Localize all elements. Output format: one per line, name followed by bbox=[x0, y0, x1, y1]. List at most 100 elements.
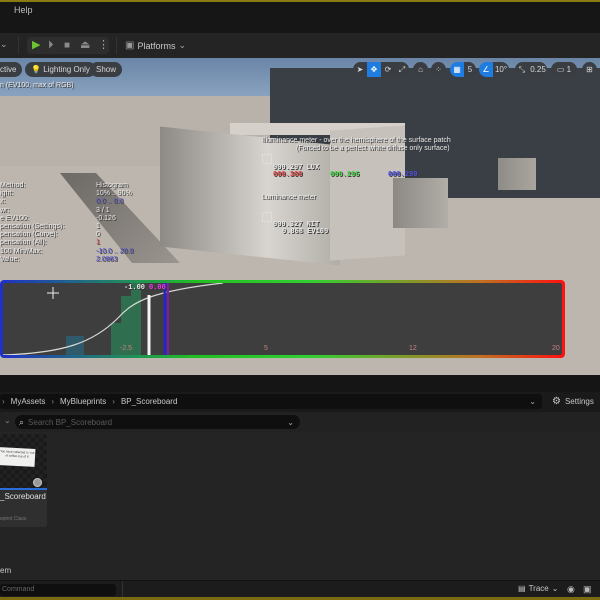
debug-label: 100 Min/Max: bbox=[0, 247, 43, 255]
breadcrumb-item[interactable]: MyBlueprints bbox=[60, 397, 106, 406]
translate-icon[interactable]: ✥ bbox=[367, 62, 381, 77]
debug-value: 0 bbox=[96, 231, 100, 239]
viewport-layout-icon[interactable]: ⊞ bbox=[582, 62, 597, 77]
asset-name: _Scoreboard bbox=[0, 492, 46, 501]
eject-icon[interactable]: ⏏ bbox=[80, 39, 90, 52]
asset-type-color-bar bbox=[0, 488, 47, 490]
debug-labels: Method: ight: x: wr: e EV100: pensation (Sett… bbox=[0, 182, 64, 264]
gear-icon: ⚙ bbox=[552, 396, 561, 407]
debug-label: pensation (All): bbox=[0, 239, 47, 247]
status-divider bbox=[122, 581, 123, 598]
lighting-only-button[interactable]: 💡 Lighting Only bbox=[25, 62, 96, 77]
histogram-panel: -1.00 0.00 -2.5 5 12 20 bbox=[3, 283, 562, 355]
content-browser-assets: You have collected 0 / out of coffee cup… bbox=[0, 432, 600, 560]
debug-value: Histogram bbox=[96, 182, 128, 189]
debug-value: 2.0863 bbox=[96, 255, 118, 263]
scene-cube bbox=[498, 158, 536, 190]
illuminance-title: Illuminance meter - over the hemisphere … bbox=[262, 137, 451, 144]
grid-snap-icon[interactable]: ▦ bbox=[450, 62, 464, 77]
visualization-caption: n (EV100, max of RGB) bbox=[0, 82, 74, 89]
histogram-tick: 20 bbox=[552, 345, 560, 352]
illuminance-probe bbox=[262, 154, 272, 164]
toolbar-divider bbox=[18, 37, 19, 54]
platforms-button[interactable]: ▣ Platforms ⌄ bbox=[125, 37, 186, 54]
thumbnail-widget: You have collected 0 / out of coffee cup… bbox=[0, 447, 36, 467]
chevron-down-icon[interactable]: ⌄ bbox=[529, 397, 536, 406]
debug-values: Histogram 10% .. 90% 0.0 .. 0.0 3 / 1 -0.126… bbox=[96, 182, 133, 264]
show-button[interactable]: Show bbox=[90, 62, 123, 77]
settings-button[interactable]: ⚙ Settings bbox=[552, 394, 594, 409]
histogram-graph bbox=[3, 283, 224, 355]
illuminance-g: 000.295 bbox=[330, 171, 360, 179]
debug-value: 1 bbox=[96, 239, 100, 247]
search-icon: ⌕ bbox=[19, 416, 25, 427]
level-viewport[interactable]: ctive 💡 Lighting Only Show ➤ ✥ ⟳ ⤢ ⌂ ⁘ ▦… bbox=[0, 58, 600, 375]
debug-value: -10.0 .. 20.0 bbox=[96, 247, 134, 255]
debug-label: Method: bbox=[0, 182, 26, 189]
menu-bar: Help bbox=[0, 2, 600, 32]
histogram-bar bbox=[131, 283, 141, 355]
lightbulb-icon: 💡 bbox=[31, 65, 41, 74]
asset-tile[interactable]: You have collected 0 / out of coffee cup… bbox=[0, 434, 47, 527]
histogram-bar bbox=[66, 336, 84, 355]
histogram-tick: 5 bbox=[264, 345, 268, 352]
play-controls: ▶ ⏵ ■ ⏏ ⋮ bbox=[27, 37, 109, 54]
debug-label: pensation (Curve): bbox=[0, 231, 58, 239]
debug-value: 0.0 .. 0.0 bbox=[96, 198, 124, 206]
content-browser-search-row: ⌄ ⌕ Search BP_Scoreboard ⌄ bbox=[0, 412, 600, 432]
camera-speed-value: 1 bbox=[566, 65, 572, 74]
platforms-icon: ▣ bbox=[125, 40, 135, 51]
item-count: em bbox=[0, 566, 12, 575]
step-forward-icon[interactable]: ⏵ bbox=[48, 39, 54, 52]
play-icon[interactable]: ▶ bbox=[32, 39, 40, 52]
search-input[interactable]: ⌕ Search BP_Scoreboard ⌄ bbox=[15, 415, 300, 429]
debug-value: 1 bbox=[96, 223, 100, 231]
trace-button[interactable]: ▤ Trace ⌄ bbox=[518, 584, 558, 593]
scale-snap-value[interactable]: 0.25 bbox=[529, 62, 547, 77]
debug-label: x: bbox=[0, 198, 6, 206]
breadcrumb-item[interactable]: BP_Scoreboard bbox=[121, 397, 177, 406]
view-mode-button[interactable]: ctive bbox=[0, 62, 23, 77]
chevron-down-icon: ⌄ bbox=[178, 40, 187, 50]
rotation-snap-value[interactable]: 10° bbox=[493, 62, 509, 77]
trace-label: Trace bbox=[528, 584, 549, 593]
breadcrumb: › MyAssets › MyBlueprints › BP_Scoreboar… bbox=[0, 394, 542, 409]
camera-speed-button[interactable]: ▭ 1 bbox=[551, 62, 577, 77]
illuminance-subtitle: (Forced to be a perfect white diffuse on… bbox=[296, 145, 450, 152]
debug-value: 10% .. 90% bbox=[96, 190, 132, 198]
asset-type: eprint Class bbox=[0, 516, 27, 522]
camera-icon: ▭ bbox=[556, 65, 565, 74]
chevron-down-icon[interactable]: ⌄ bbox=[287, 418, 294, 427]
illuminance-r: 000.300 bbox=[273, 171, 303, 179]
chevron-right-icon: › bbox=[2, 397, 5, 406]
trace-icon: ▤ bbox=[518, 584, 526, 593]
notifications-icon[interactable]: ▣ bbox=[583, 584, 592, 595]
chevron-down-icon: ⌄ bbox=[551, 584, 559, 593]
panel-divider bbox=[0, 375, 600, 392]
chevron-down-icon[interactable]: ⌄ bbox=[0, 39, 12, 51]
rotation-snap-icon[interactable]: ∠ bbox=[479, 62, 493, 77]
menu-help[interactable]: Help bbox=[14, 5, 33, 15]
command-input[interactable]: Command bbox=[0, 584, 116, 596]
debug-value: 3 / 1 bbox=[96, 206, 110, 214]
kebab-icon[interactable]: ⋮ bbox=[98, 39, 109, 52]
chevron-down-icon[interactable]: ⌄ bbox=[4, 416, 11, 425]
histogram-tick: -2.5 bbox=[120, 345, 133, 352]
debug-label: ight: bbox=[0, 190, 14, 198]
search-placeholder: Search BP_Scoreboard bbox=[28, 417, 113, 427]
revision-control-icon[interactable]: ◉ bbox=[567, 584, 575, 595]
settings-label: Settings bbox=[564, 397, 594, 406]
stop-icon[interactable]: ■ bbox=[64, 39, 70, 52]
lighting-label: Lighting Only bbox=[43, 65, 90, 74]
breadcrumb-item[interactable]: MyAssets bbox=[11, 397, 46, 406]
surface-snap-icon[interactable]: ⁘ bbox=[431, 62, 446, 77]
luminance-title: Luminance meter bbox=[262, 194, 317, 201]
luminance-ev: 0.868 EV100 bbox=[282, 228, 329, 236]
rotate-icon[interactable]: ⟳ bbox=[381, 62, 395, 77]
world-local-icon[interactable]: ⌂ bbox=[413, 62, 428, 77]
histogram-marker-magenta: 0.00 bbox=[149, 284, 166, 292]
histogram-tick: 12 bbox=[409, 345, 417, 352]
select-icon[interactable]: ➤ bbox=[353, 62, 367, 77]
scale-snap-icon[interactable]: ⤡ bbox=[515, 62, 529, 77]
debug-label: wr: bbox=[0, 206, 10, 214]
